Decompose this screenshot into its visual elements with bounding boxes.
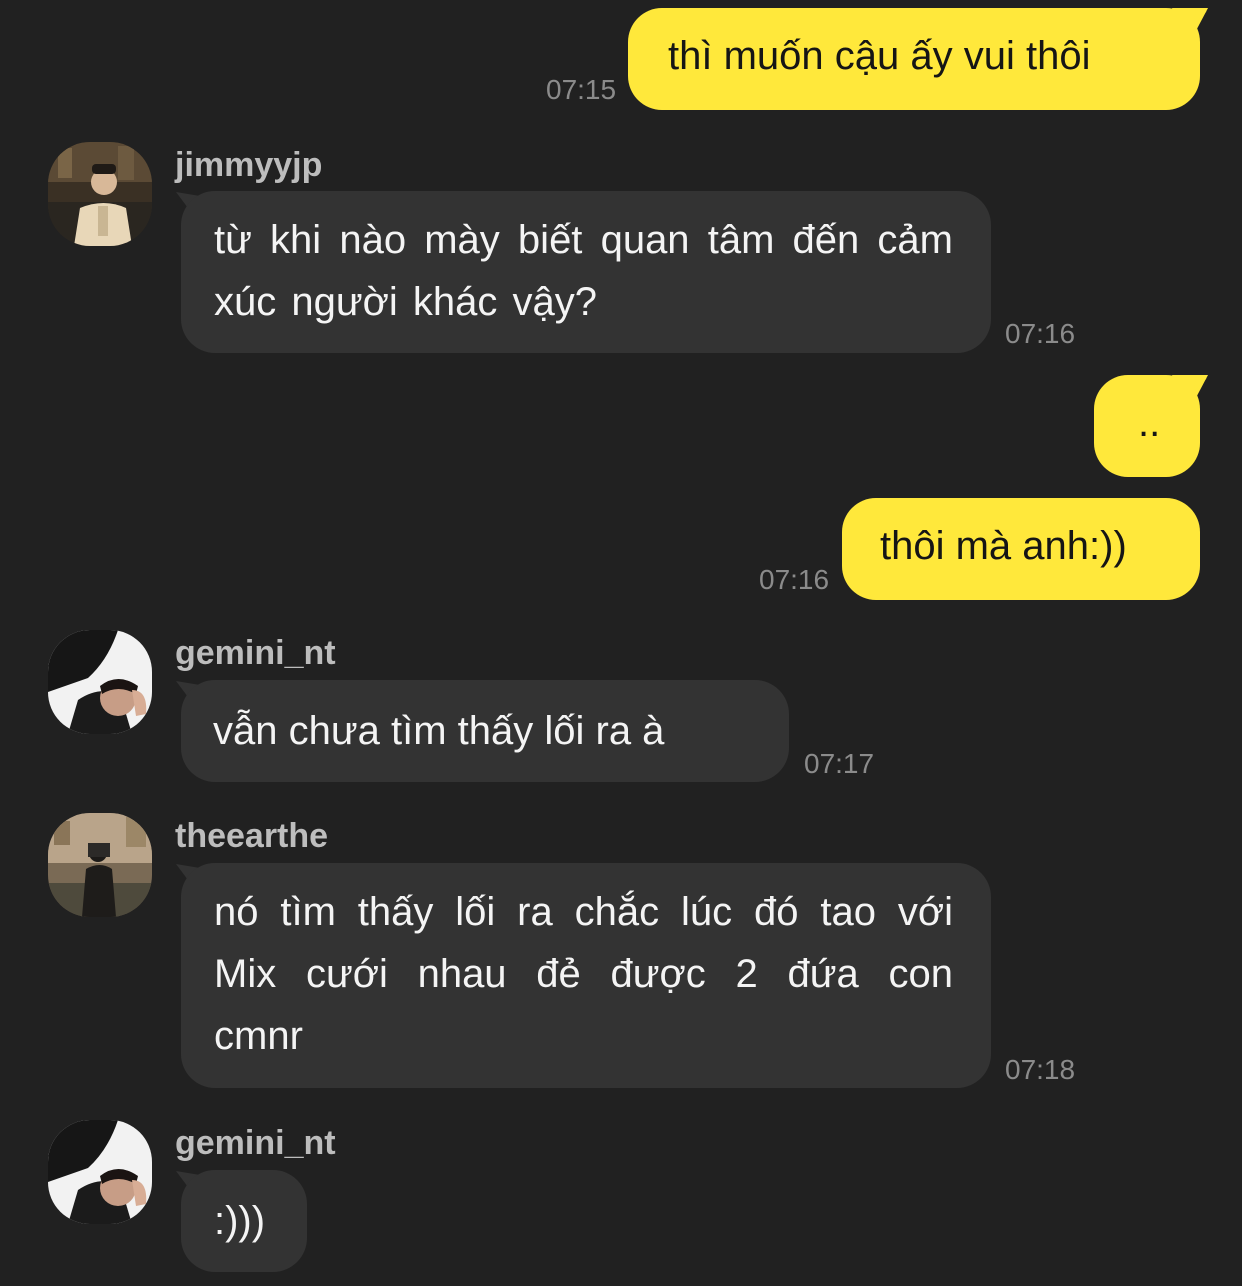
message-bubble-incoming[interactable]: vẫn chưa tìm thấy lối ra à: [181, 680, 789, 782]
message-text: thôi mà anh:)): [880, 524, 1127, 568]
message-outgoing[interactable]: 07:15 thì muốn cậu ấy vui thôi: [0, 0, 1242, 120]
message-text: thì muốn cậu ấy vui thôi: [668, 34, 1091, 78]
username[interactable]: theearthe: [175, 817, 328, 856]
message-text: :))): [214, 1199, 266, 1243]
avatar[interactable]: [48, 813, 152, 917]
message-text: nó tìm thấy lối ra chắc lúc đó tao với M…: [214, 890, 953, 1058]
message-bubble-outgoing[interactable]: thôi mà anh:)): [842, 498, 1200, 600]
message-outgoing[interactable]: ..: [0, 370, 1242, 480]
message-incoming[interactable]: theearthe nó tìm thấy lối ra chắc lúc đó…: [0, 800, 1242, 1100]
message-text: vẫn chưa tìm thấy lối ra à: [213, 709, 665, 753]
username[interactable]: gemini_nt: [175, 1124, 336, 1163]
message-timestamp: 07:17: [804, 748, 875, 779]
username[interactable]: gemini_nt: [175, 634, 336, 673]
message-timestamp: 07:16: [759, 564, 830, 595]
message-incoming[interactable]: gemini_nt :))): [0, 1110, 1242, 1286]
avatar-image: [48, 1120, 152, 1224]
message-outgoing[interactable]: 07:16 thôi mà anh:)): [0, 490, 1242, 610]
avatar[interactable]: [48, 1120, 152, 1224]
message-bubble-incoming[interactable]: nó tìm thấy lối ra chắc lúc đó tao với M…: [181, 863, 991, 1088]
chat-thread: 07:15 thì muốn cậu ấy vui thôi jimmyyjp …: [0, 0, 1242, 1286]
message-timestamp: 07:15: [546, 74, 617, 105]
bubble-tail: [1172, 8, 1208, 42]
avatar-image: [48, 813, 152, 917]
bubble-tail: [1172, 375, 1208, 409]
message-timestamp: 07:18: [1005, 1054, 1076, 1085]
message-bubble-incoming[interactable]: :))): [181, 1170, 307, 1272]
avatar[interactable]: [48, 630, 152, 734]
message-timestamp: 07:16: [1005, 318, 1076, 349]
username[interactable]: jimmyyjp: [175, 146, 322, 185]
message-incoming[interactable]: gemini_nt vẫn chưa tìm thấy lối ra à 07:…: [0, 620, 1242, 790]
avatar-image: [48, 630, 152, 734]
message-bubble-incoming[interactable]: từ khi nào mày biết quan tâm đến cảm xúc…: [181, 191, 991, 353]
message-incoming[interactable]: jimmyyjp từ khi nào mày biết quan tâm đế…: [0, 130, 1242, 360]
message-text: từ khi nào mày biết quan tâm đến cảm xúc…: [214, 218, 953, 324]
avatar-image: [48, 142, 152, 246]
message-text: ..: [1138, 401, 1161, 445]
avatar[interactable]: [48, 142, 152, 246]
message-bubble-outgoing[interactable]: thì muốn cậu ấy vui thôi: [628, 8, 1200, 110]
